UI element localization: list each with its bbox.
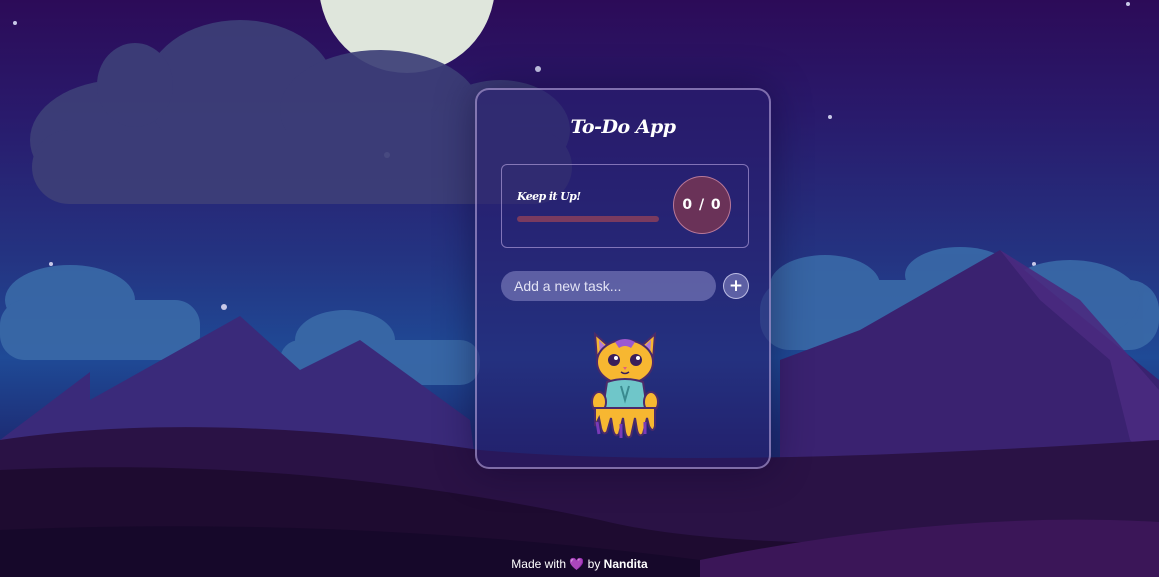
todo-card: To-Do App Keep it Up! 0 / 0 + [475, 88, 771, 469]
plus-icon: + [728, 276, 744, 296]
progress-panel: Keep it Up! 0 / 0 [501, 164, 749, 248]
heart-icon: 💜 [569, 557, 585, 571]
add-task-button[interactable]: + [723, 273, 749, 299]
new-task-input[interactable] [501, 271, 716, 301]
footer-made-with: Made with [511, 557, 566, 571]
cat-mascot-illustration [591, 331, 659, 439]
progress-label: Keep it Up! [517, 190, 581, 203]
progress-bar [517, 216, 659, 222]
footer-by: by [587, 557, 601, 571]
footer-credit: Made with 💜 by Nandita [0, 557, 1159, 571]
footer-author: Nandita [603, 557, 648, 571]
app-title: To-Do App [570, 116, 676, 138]
progress-count-badge: 0 / 0 [673, 176, 731, 234]
